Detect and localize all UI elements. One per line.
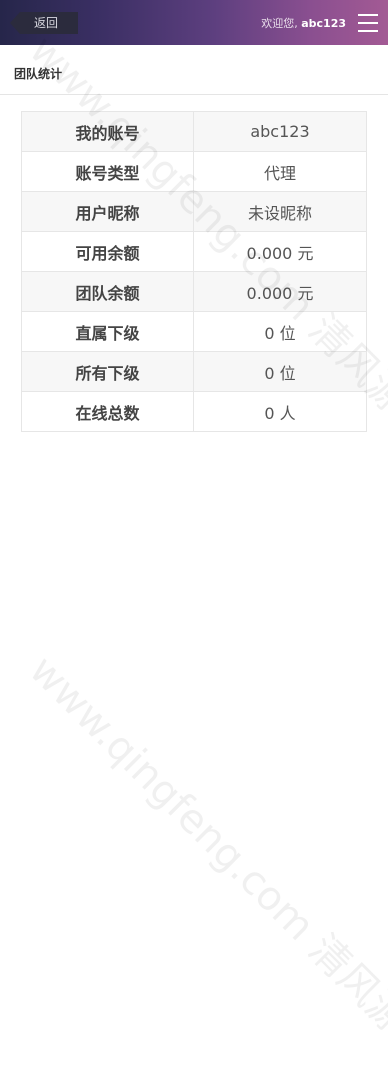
stat-label: 团队余额 [21, 271, 194, 312]
back-button[interactable]: 返回 [10, 12, 78, 34]
stat-label: 直属下级 [21, 311, 194, 352]
stat-label: 我的账号 [21, 111, 194, 152]
stat-value: 0.000 元 [193, 271, 367, 312]
welcome-text: 欢迎您, abc123 [261, 15, 346, 31]
stat-value: 0 位 [193, 311, 367, 352]
table-row: 直属下级 0 位 [21, 311, 367, 352]
table-row: 用户昵称 未设昵称 [21, 191, 367, 232]
menu-line-2 [358, 22, 378, 24]
stat-label: 可用余额 [21, 231, 194, 272]
stat-value: 0.000 元 [193, 231, 367, 272]
table-row: 我的账号 abc123 [21, 111, 367, 152]
stat-value: 未设昵称 [193, 191, 367, 232]
welcome-prefix: 欢迎您, [261, 17, 298, 30]
menu-line-3 [358, 30, 378, 32]
stat-value: 0 位 [193, 351, 367, 392]
section-title: 团队统计 [14, 67, 63, 81]
table-row: 所有下级 0 位 [21, 351, 367, 392]
stat-label: 在线总数 [21, 391, 194, 432]
section-header: 团队统计 [0, 45, 388, 95]
table-row: 团队余额 0.000 元 [21, 271, 367, 312]
username: abc123 [301, 17, 346, 30]
table-row: 账号类型 代理 [21, 151, 367, 192]
stat-value: 代理 [193, 151, 367, 192]
table-row: 在线总数 0 人 [21, 391, 367, 432]
stat-label: 所有下级 [21, 351, 194, 392]
table-row: 可用余额 0.000 元 [21, 231, 367, 272]
stat-value: 0 人 [193, 391, 367, 432]
stat-value: abc123 [193, 111, 367, 152]
stat-label: 用户昵称 [21, 191, 194, 232]
stat-label: 账号类型 [21, 151, 194, 192]
menu-line-1 [358, 14, 378, 16]
top-bar: 返回 欢迎您, abc123 [0, 0, 388, 45]
watermark-text: www.qingfeng.com 清风源码 [20, 647, 388, 1072]
hamburger-menu-icon[interactable] [358, 14, 378, 32]
team-stats-table: 我的账号 abc123 账号类型 代理 用户昵称 未设昵称 可用余额 0.000… [21, 111, 367, 432]
